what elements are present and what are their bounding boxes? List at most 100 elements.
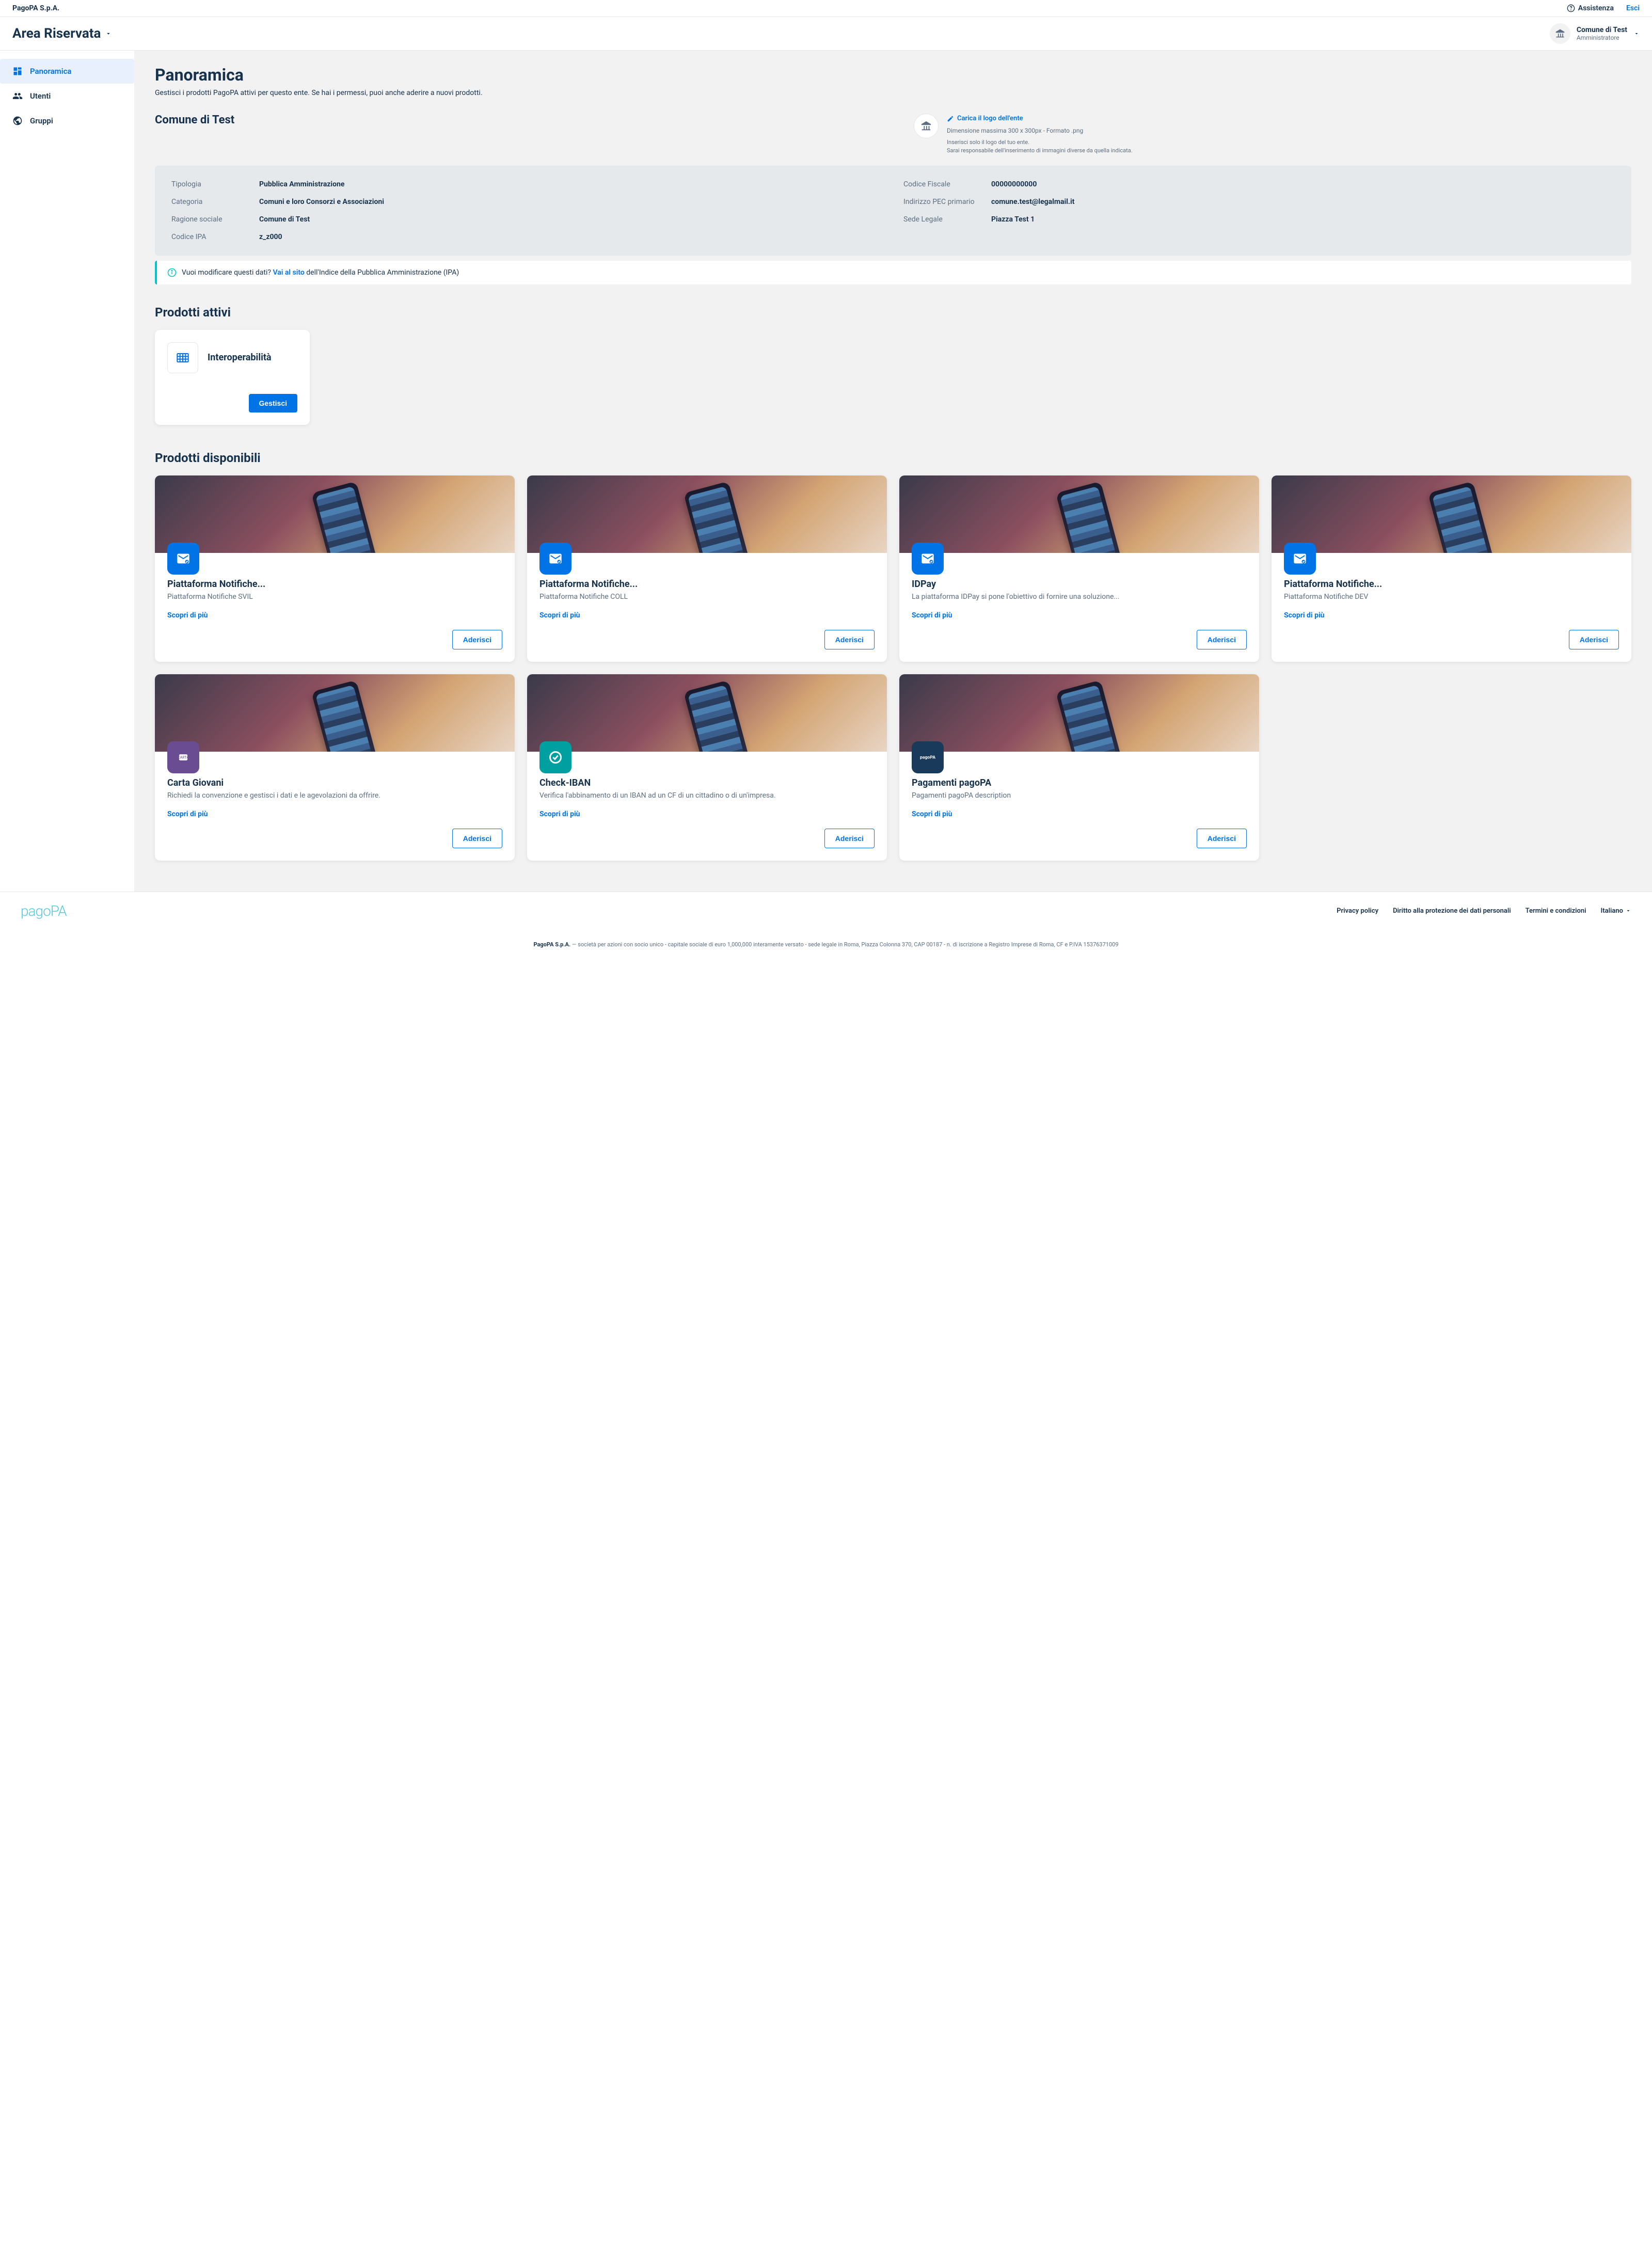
upload-link-text: Carica il logo dell'ente	[957, 114, 1023, 124]
sidebar-item-panoramica[interactable]: Panoramica	[0, 59, 134, 84]
info-value: Comuni e loro Consorzi e Associazioni	[259, 198, 384, 206]
sidebar-label: Panoramica	[30, 67, 71, 76]
product-title: IDPay	[912, 579, 1247, 590]
page-title: Panoramica	[155, 65, 1631, 85]
language-selector[interactable]: Italiano	[1601, 907, 1631, 915]
upload-hint: Inserisci solo il logo del tuo ente.	[947, 138, 1133, 147]
ipa-link[interactable]: Vai al sito	[273, 268, 304, 277]
upload-hint: Sarai responsabile dell'inserimento di i…	[947, 147, 1133, 155]
header-title: Area Riservata	[12, 26, 101, 41]
layout: Panoramica Utenti Gruppi Panoramica Gest…	[0, 51, 1652, 892]
help-icon	[1567, 4, 1575, 12]
ente-name: Comune di Test	[155, 114, 893, 126]
learn-more-link[interactable]: Scopri di più	[912, 810, 1247, 818]
learn-more-link[interactable]: Scopri di più	[167, 810, 502, 818]
info-value: Pubblica Amministrazione	[259, 180, 344, 188]
alert-text: Vuoi modificare questi dati? Vai al sito…	[182, 268, 459, 277]
edit-icon	[947, 115, 954, 122]
product-title: Carta Giovani	[167, 777, 502, 788]
institution-name: Comune di Test	[1577, 26, 1627, 34]
product-name: Interoperabilità	[208, 352, 272, 363]
assistance-label: Assistenza	[1578, 4, 1614, 12]
info-row: Tipologia Pubblica Amministrazione	[171, 180, 883, 188]
product-card: Check-IBAN Verifica l'abbinamento di un …	[527, 674, 887, 861]
join-button[interactable]: Aderisci	[824, 829, 875, 848]
sidebar-item-utenti[interactable]: Utenti	[0, 84, 134, 108]
product-image	[1272, 475, 1631, 553]
product-badge-icon	[167, 543, 199, 575]
sidebar-item-gruppi[interactable]: Gruppi	[0, 108, 134, 133]
product-badge-icon	[539, 741, 571, 773]
info-label: Ragione sociale	[171, 215, 259, 224]
product-description: Richiedi la convenzione e gestisci i dat…	[167, 791, 502, 802]
product-description: Verifica l'abbinamento di un IBAN ad un …	[539, 791, 875, 802]
info-row: Indirizzo PEC primario comune.test@legal…	[903, 198, 1615, 206]
learn-more-link[interactable]: Scopri di più	[167, 611, 502, 620]
products-grid: Piattaforma Notifiche... Piattaforma Not…	[155, 475, 1631, 861]
info-value: 00000000000	[991, 180, 1037, 188]
product-card: Piattaforma Notifiche... Piattaforma Not…	[527, 475, 887, 662]
product-card: Piattaforma Notifiche... Piattaforma Not…	[155, 475, 515, 662]
learn-more-link[interactable]: Scopri di più	[1284, 611, 1619, 620]
join-button[interactable]: Aderisci	[824, 630, 875, 649]
privacy-link[interactable]: Privacy policy	[1337, 907, 1378, 915]
svg-text:pagoPA: pagoPA	[920, 755, 935, 760]
info-icon	[167, 268, 177, 277]
product-image	[899, 475, 1259, 553]
learn-more-link[interactable]: Scopri di più	[912, 611, 1247, 620]
assistance-link[interactable]: Assistenza	[1567, 4, 1614, 12]
product-description: La piattaforma IDPay si pone l'obiettivo…	[912, 593, 1247, 603]
info-label: Codice IPA	[171, 233, 259, 241]
available-products-title: Prodotti disponibili	[155, 451, 1631, 465]
footer-legal: PagoPA S.p.A. — società per azioni con s…	[0, 930, 1652, 970]
info-label: Codice Fiscale	[903, 180, 991, 188]
data-protection-link[interactable]: Diritto alla protezione dei dati persona…	[1393, 907, 1511, 915]
topbar: PagoPA S.p.A. Assistenza Esci	[0, 0, 1652, 17]
join-button[interactable]: Aderisci	[452, 829, 502, 848]
join-button[interactable]: Aderisci	[1569, 630, 1619, 649]
institution-icon	[1550, 23, 1570, 44]
join-button[interactable]: Aderisci	[452, 630, 502, 649]
info-row: Codice IPA z_z000	[171, 233, 883, 241]
exit-link[interactable]: Esci	[1626, 4, 1640, 12]
active-product-card: Interoperabilità Gestisci	[155, 330, 310, 425]
info-label: Categoria	[171, 198, 259, 206]
info-alert: Vuoi modificare questi dati? Vai al sito…	[155, 261, 1631, 284]
footer-links: Privacy policy Diritto alla protezione d…	[1337, 907, 1631, 915]
info-box: Tipologia Pubblica Amministrazione Categ…	[155, 166, 1631, 256]
logo-placeholder	[914, 114, 939, 138]
groups-icon	[12, 116, 23, 126]
product-description: Piattaforma Notifiche DEV	[1284, 593, 1619, 603]
chevron-down-icon	[1625, 908, 1631, 914]
product-image	[527, 475, 887, 553]
product-card: Piattaforma Notifiche... Piattaforma Not…	[1272, 475, 1631, 662]
manage-button[interactable]: Gestisci	[249, 394, 297, 412]
sidebar-label: Utenti	[30, 91, 51, 101]
product-title: Check-IBAN	[539, 777, 875, 788]
learn-more-link[interactable]: Scopri di più	[539, 611, 875, 620]
product-badge-icon: pagoPA	[912, 741, 944, 773]
info-value: z_z000	[259, 233, 282, 241]
product-description: Pagamenti pagoPA description	[912, 791, 1247, 802]
product-description: Piattaforma Notifiche SVIL	[167, 593, 502, 603]
product-card: pagoPA Pagamenti pagoPA Pagamenti pagoPA…	[899, 674, 1259, 861]
institution-text: Comune di Test Amministratore	[1577, 26, 1627, 41]
info-row: Ragione sociale Comune di Test	[171, 215, 883, 224]
product-description: Piattaforma Notifiche COLL	[539, 593, 875, 603]
terms-link[interactable]: Termini e condizioni	[1526, 907, 1586, 915]
sidebar-label: Gruppi	[30, 116, 53, 125]
product-image	[527, 674, 887, 752]
product-title: Piattaforma Notifiche...	[1284, 579, 1619, 590]
learn-more-link[interactable]: Scopri di più	[539, 810, 875, 818]
product-title: Pagamenti pagoPA	[912, 777, 1247, 788]
join-button[interactable]: Aderisci	[1197, 630, 1247, 649]
dashboard-icon	[12, 66, 23, 76]
join-button[interactable]: Aderisci	[1197, 829, 1247, 848]
area-dropdown[interactable]: Area Riservata	[12, 26, 112, 41]
info-row: Sede Legale Piazza Test 1	[903, 215, 1615, 224]
info-row: Categoria Comuni e loro Consorzi e Assoc…	[171, 198, 883, 206]
product-title: Piattaforma Notifiche...	[167, 579, 502, 590]
product-card: CARTA Carta Giovani Richiedi la convenzi…	[155, 674, 515, 861]
upload-logo-link[interactable]: Carica il logo dell'ente	[947, 114, 1133, 124]
institution-selector[interactable]: Comune di Test Amministratore	[1550, 23, 1640, 44]
